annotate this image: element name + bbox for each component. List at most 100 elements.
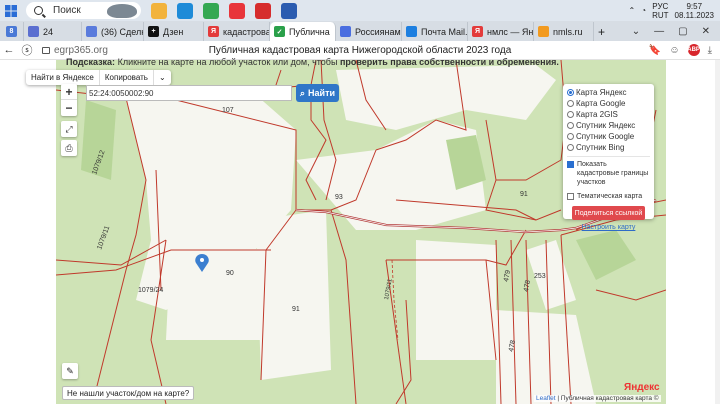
taskbar-search[interactable]: Поиск (26, 2, 141, 19)
new-tab-button[interactable]: + (594, 22, 609, 41)
tab-label: Почта Mail.r (421, 26, 468, 37)
tab-search-icon[interactable]: ⌄ (632, 26, 640, 37)
yandex-icon[interactable] (255, 2, 271, 19)
browser-tab[interactable]: Россиянам р (336, 22, 402, 41)
text-selection-popup: Найти в Яндексе Копировать ⌄ (26, 70, 171, 85)
cadastral-search-input[interactable] (86, 85, 292, 101)
find-in-yandex-button[interactable]: Найти в Яндексе (26, 70, 100, 85)
tab-favicon-icon (340, 26, 351, 37)
radio-icon (567, 133, 574, 140)
files-icon[interactable] (151, 2, 167, 19)
layer-option[interactable]: Карта Яндекс (567, 87, 650, 98)
clock[interactable]: 9:57 08.11.2023 (675, 2, 714, 20)
map-hint: Подсказка: Кликните на карте на любой уч… (66, 57, 559, 67)
tab-menu-button[interactable]: 8 (0, 22, 24, 41)
parcel-label-107: 107 (222, 107, 234, 114)
parcel-label-90: 90 (226, 270, 234, 277)
browser-tab[interactable]: (36) Сделки (82, 22, 144, 41)
yandex-browser-icon[interactable] (229, 2, 245, 19)
browser-tab-strip: 8 24 (36) Сделки + Дзен Якадастровая ✓ Публичн… (0, 21, 720, 41)
bookmark-icon[interactable]: 🔖 (649, 45, 661, 56)
zoom-in-button[interactable]: + (61, 84, 77, 100)
field-areas (126, 65, 596, 404)
edge-icon[interactable] (177, 2, 193, 19)
tab-favicon-icon (406, 26, 417, 37)
system-tray: ⌃ ◔ РУС RUT 9:57 08.11.2023 (629, 2, 720, 20)
parcel-label-253: 253 (534, 273, 546, 280)
tab-label: кадастровая (223, 26, 269, 37)
share-link-button[interactable]: Поделиться ссылкой (572, 206, 645, 220)
adblock-icon[interactable]: ABP (687, 44, 700, 56)
layer-option[interactable]: Спутник Bing (567, 142, 650, 153)
layer-option[interactable]: Карта Google (567, 98, 650, 109)
radio-icon (567, 144, 574, 151)
tab-label: Публична (289, 26, 330, 37)
parcel-label-1079-11-left: 1079/11 (96, 225, 111, 251)
security-badge-icon[interactable]: ⓢ (18, 42, 36, 58)
hint-text: Кликните на карте на любой участок или д… (117, 57, 338, 67)
url-field[interactable]: egrp365.org (42, 45, 108, 56)
thematic-map-label: Тематическая карта (577, 193, 643, 200)
layer-option[interactable]: Спутник Google (567, 131, 650, 142)
windows-logo-icon (5, 4, 17, 17)
taskbar-search-placeholder: Поиск (53, 5, 81, 16)
zoom-out-button[interactable]: − (61, 100, 77, 116)
layer-option[interactable]: Карта 2GIS (567, 109, 650, 120)
print-icon[interactable]: ⎙ (61, 140, 77, 156)
browser-menu-icon: 8 (6, 26, 17, 37)
lang-line-2: RUT (652, 10, 669, 20)
minimize-icon[interactable]: — (654, 26, 664, 37)
show-cadastral-checkbox[interactable]: Показать кадастровые границы участков (567, 160, 650, 187)
parcel-label-1079-11-right: 1079/11 (384, 278, 394, 301)
chevron-down-icon[interactable]: ⌄ (154, 70, 171, 85)
seal-highlight-image (107, 4, 137, 18)
ruler-icon[interactable]: ✎ (62, 363, 78, 379)
word-icon[interactable] (281, 2, 297, 19)
tab-favicon-icon: Я (472, 26, 483, 37)
search-icon (34, 6, 43, 15)
layer-option[interactable]: Спутник Яндекс (567, 120, 650, 131)
close-window-icon[interactable]: ✕ (702, 26, 710, 37)
chevron-up-icon[interactable]: ⌃ (629, 6, 636, 15)
search-icon: ⌕ (299, 87, 306, 98)
browser-tab[interactable]: Почта Mail.r (402, 22, 468, 41)
checkbox-checked-icon (567, 161, 574, 168)
layer-option-label: Карта Яндекс (576, 88, 627, 97)
thematic-map-checkbox[interactable]: Тематическая карта (567, 191, 650, 202)
fullscreen-icon[interactable]: ⤢ (61, 121, 77, 137)
browser-tab[interactable]: ✓Публична× (270, 22, 336, 41)
copy-button[interactable]: Копировать (100, 70, 154, 85)
parcel-label-1079-24: 1079/24 (138, 287, 163, 294)
parcel-label-91-top: 91 (520, 191, 528, 198)
browser-tab[interactable]: Якадастровая (204, 22, 270, 41)
clock-date: 08.11.2023 (674, 10, 714, 20)
radio-selected-icon (567, 89, 574, 96)
back-icon[interactable]: ← (0, 44, 18, 56)
browser-tab[interactable]: + Дзен (144, 22, 204, 41)
chrome-icon[interactable] (203, 2, 219, 19)
browser-tab[interactable]: 24 (24, 22, 82, 41)
tab-label: nmls.ru (553, 26, 583, 37)
page-scrollbar[interactable] (715, 60, 720, 404)
language-indicator[interactable]: РУС RUT (652, 2, 668, 20)
search-button[interactable]: ⌕ Найти (296, 84, 339, 102)
tab-favicon-icon (538, 26, 549, 37)
map-attribution: Leaflet | Публичная кадастровая карта © (534, 395, 661, 402)
not-found-button[interactable]: Не нашли участок/дом на карте? (62, 386, 195, 400)
checkbox-icon (567, 193, 574, 200)
windows-taskbar: Поиск ⌃ ◔ РУС RUT 9:57 08.11.2023 (0, 0, 720, 21)
start-button[interactable] (0, 0, 22, 21)
maximize-icon[interactable]: ▢ (678, 26, 687, 37)
network-icon[interactable]: ◔ (641, 6, 646, 15)
hint-prefix: Подсказка: (66, 57, 116, 67)
lock-icon (42, 46, 50, 54)
download-icon[interactable]: ⤓ (708, 45, 712, 56)
browser-tab[interactable]: nmls.ru (534, 22, 594, 41)
radio-icon (567, 100, 574, 107)
configure-map-link[interactable]: Настроить карту (567, 224, 650, 231)
leaflet-link[interactable]: Leaflet (536, 395, 556, 402)
profile-icon[interactable]: ☺ (669, 45, 679, 56)
browser-tab[interactable]: Янмлс — Янд (468, 22, 534, 41)
tab-favicon-icon: + (148, 26, 159, 37)
layer-option-label: Карта 2GIS (576, 110, 618, 119)
